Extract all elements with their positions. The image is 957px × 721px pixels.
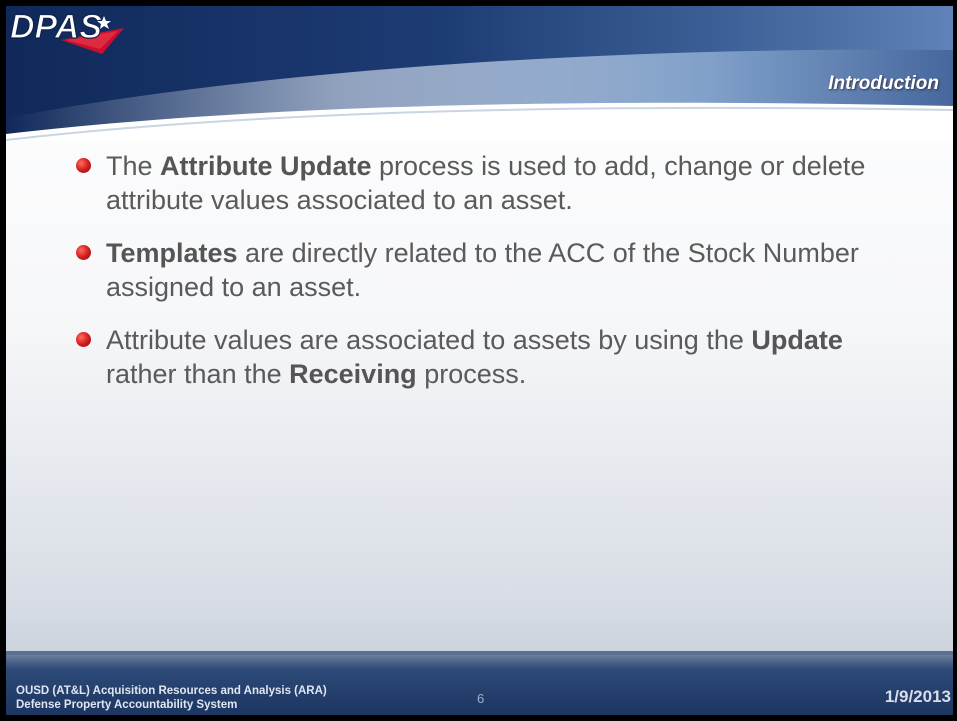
- bullet-dot-icon: [76, 245, 91, 260]
- bullet-text: process.: [416, 359, 527, 389]
- svg-text:DPAS: DPAS: [10, 8, 102, 46]
- bullet-emphasis: Update: [751, 325, 843, 355]
- bullet-item: Templates are directly related to the AC…: [76, 236, 904, 304]
- bullet-emphasis: Attribute Update: [160, 151, 372, 181]
- page-number: 6: [477, 691, 485, 706]
- section-title: Introduction: [828, 73, 939, 94]
- bullet-emphasis: Templates: [106, 238, 238, 268]
- bullet-dot-icon: [76, 158, 91, 173]
- slide-footer: OUSD (AT&L) Acquisition Resources and An…: [6, 651, 953, 715]
- bullet-text: Attribute values are associated to asset…: [106, 325, 752, 355]
- bullet-emphasis: Receiving: [289, 359, 417, 389]
- footer-org-line-2: Defense Property Accountability System: [16, 699, 238, 711]
- dpas-logo: DPAS: [9, 7, 124, 54]
- bullet-item: Attribute values are associated to asset…: [76, 323, 904, 391]
- slide: DPAS Introduction The Attribute Update p…: [6, 6, 953, 715]
- bullet-list: The Attribute Update process is used to …: [76, 149, 904, 410]
- bullet-text: rather than the: [106, 359, 290, 389]
- bullet-text: The: [106, 151, 161, 181]
- slide-header: DPAS Introduction: [6, 6, 953, 141]
- footer-org-line-1: OUSD (AT&L) Acquisition Resources and An…: [16, 685, 327, 697]
- slide-date: 1/9/2013: [884, 687, 951, 706]
- footer-divider: [6, 651, 953, 655]
- bullet-dot-icon: [76, 332, 91, 347]
- bullet-item: The Attribute Update process is used to …: [76, 149, 904, 217]
- footer-organization: OUSD (AT&L) Acquisition Resources and An…: [16, 684, 327, 712]
